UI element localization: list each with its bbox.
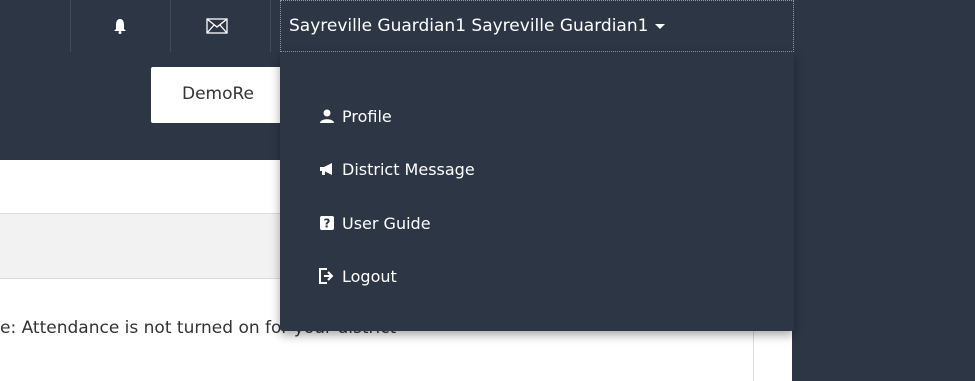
menu-item-label: User Guide — [342, 213, 431, 233]
navbar-divider — [70, 0, 71, 52]
demo-button-label: DemoRe — [182, 84, 255, 104]
menu-item-profile[interactable]: Profile — [318, 104, 392, 128]
menu-item-label: Profile — [342, 106, 392, 126]
navbar-divider — [170, 0, 171, 52]
user-menu-toggle[interactable]: Sayreville Guardian1 Sayreville Guardian… — [280, 0, 794, 52]
menu-item-logout[interactable]: Logout — [318, 264, 397, 288]
user-dropdown-menu: Profile District Message ? User Guide Lo… — [280, 52, 794, 331]
svg-text:?: ? — [324, 217, 331, 231]
navbar-divider — [270, 0, 271, 52]
demo-button[interactable]: DemoRe — [151, 67, 291, 123]
chevron-down-icon — [655, 23, 666, 29]
question-icon: ? — [318, 214, 336, 232]
menu-item-user-guide[interactable]: ? User Guide — [318, 211, 431, 235]
menu-item-label: District Message — [342, 159, 475, 179]
logout-icon — [318, 267, 336, 285]
menu-item-label: Logout — [342, 266, 397, 286]
envelope-icon[interactable] — [202, 14, 232, 38]
menu-item-district-message[interactable]: District Message — [318, 157, 475, 181]
megaphone-icon — [318, 160, 336, 178]
bell-icon[interactable] — [105, 14, 135, 38]
user-icon — [318, 107, 336, 125]
right-panel — [792, 52, 975, 381]
user-name: Sayreville Guardian1 Sayreville Guardian… — [289, 16, 649, 36]
